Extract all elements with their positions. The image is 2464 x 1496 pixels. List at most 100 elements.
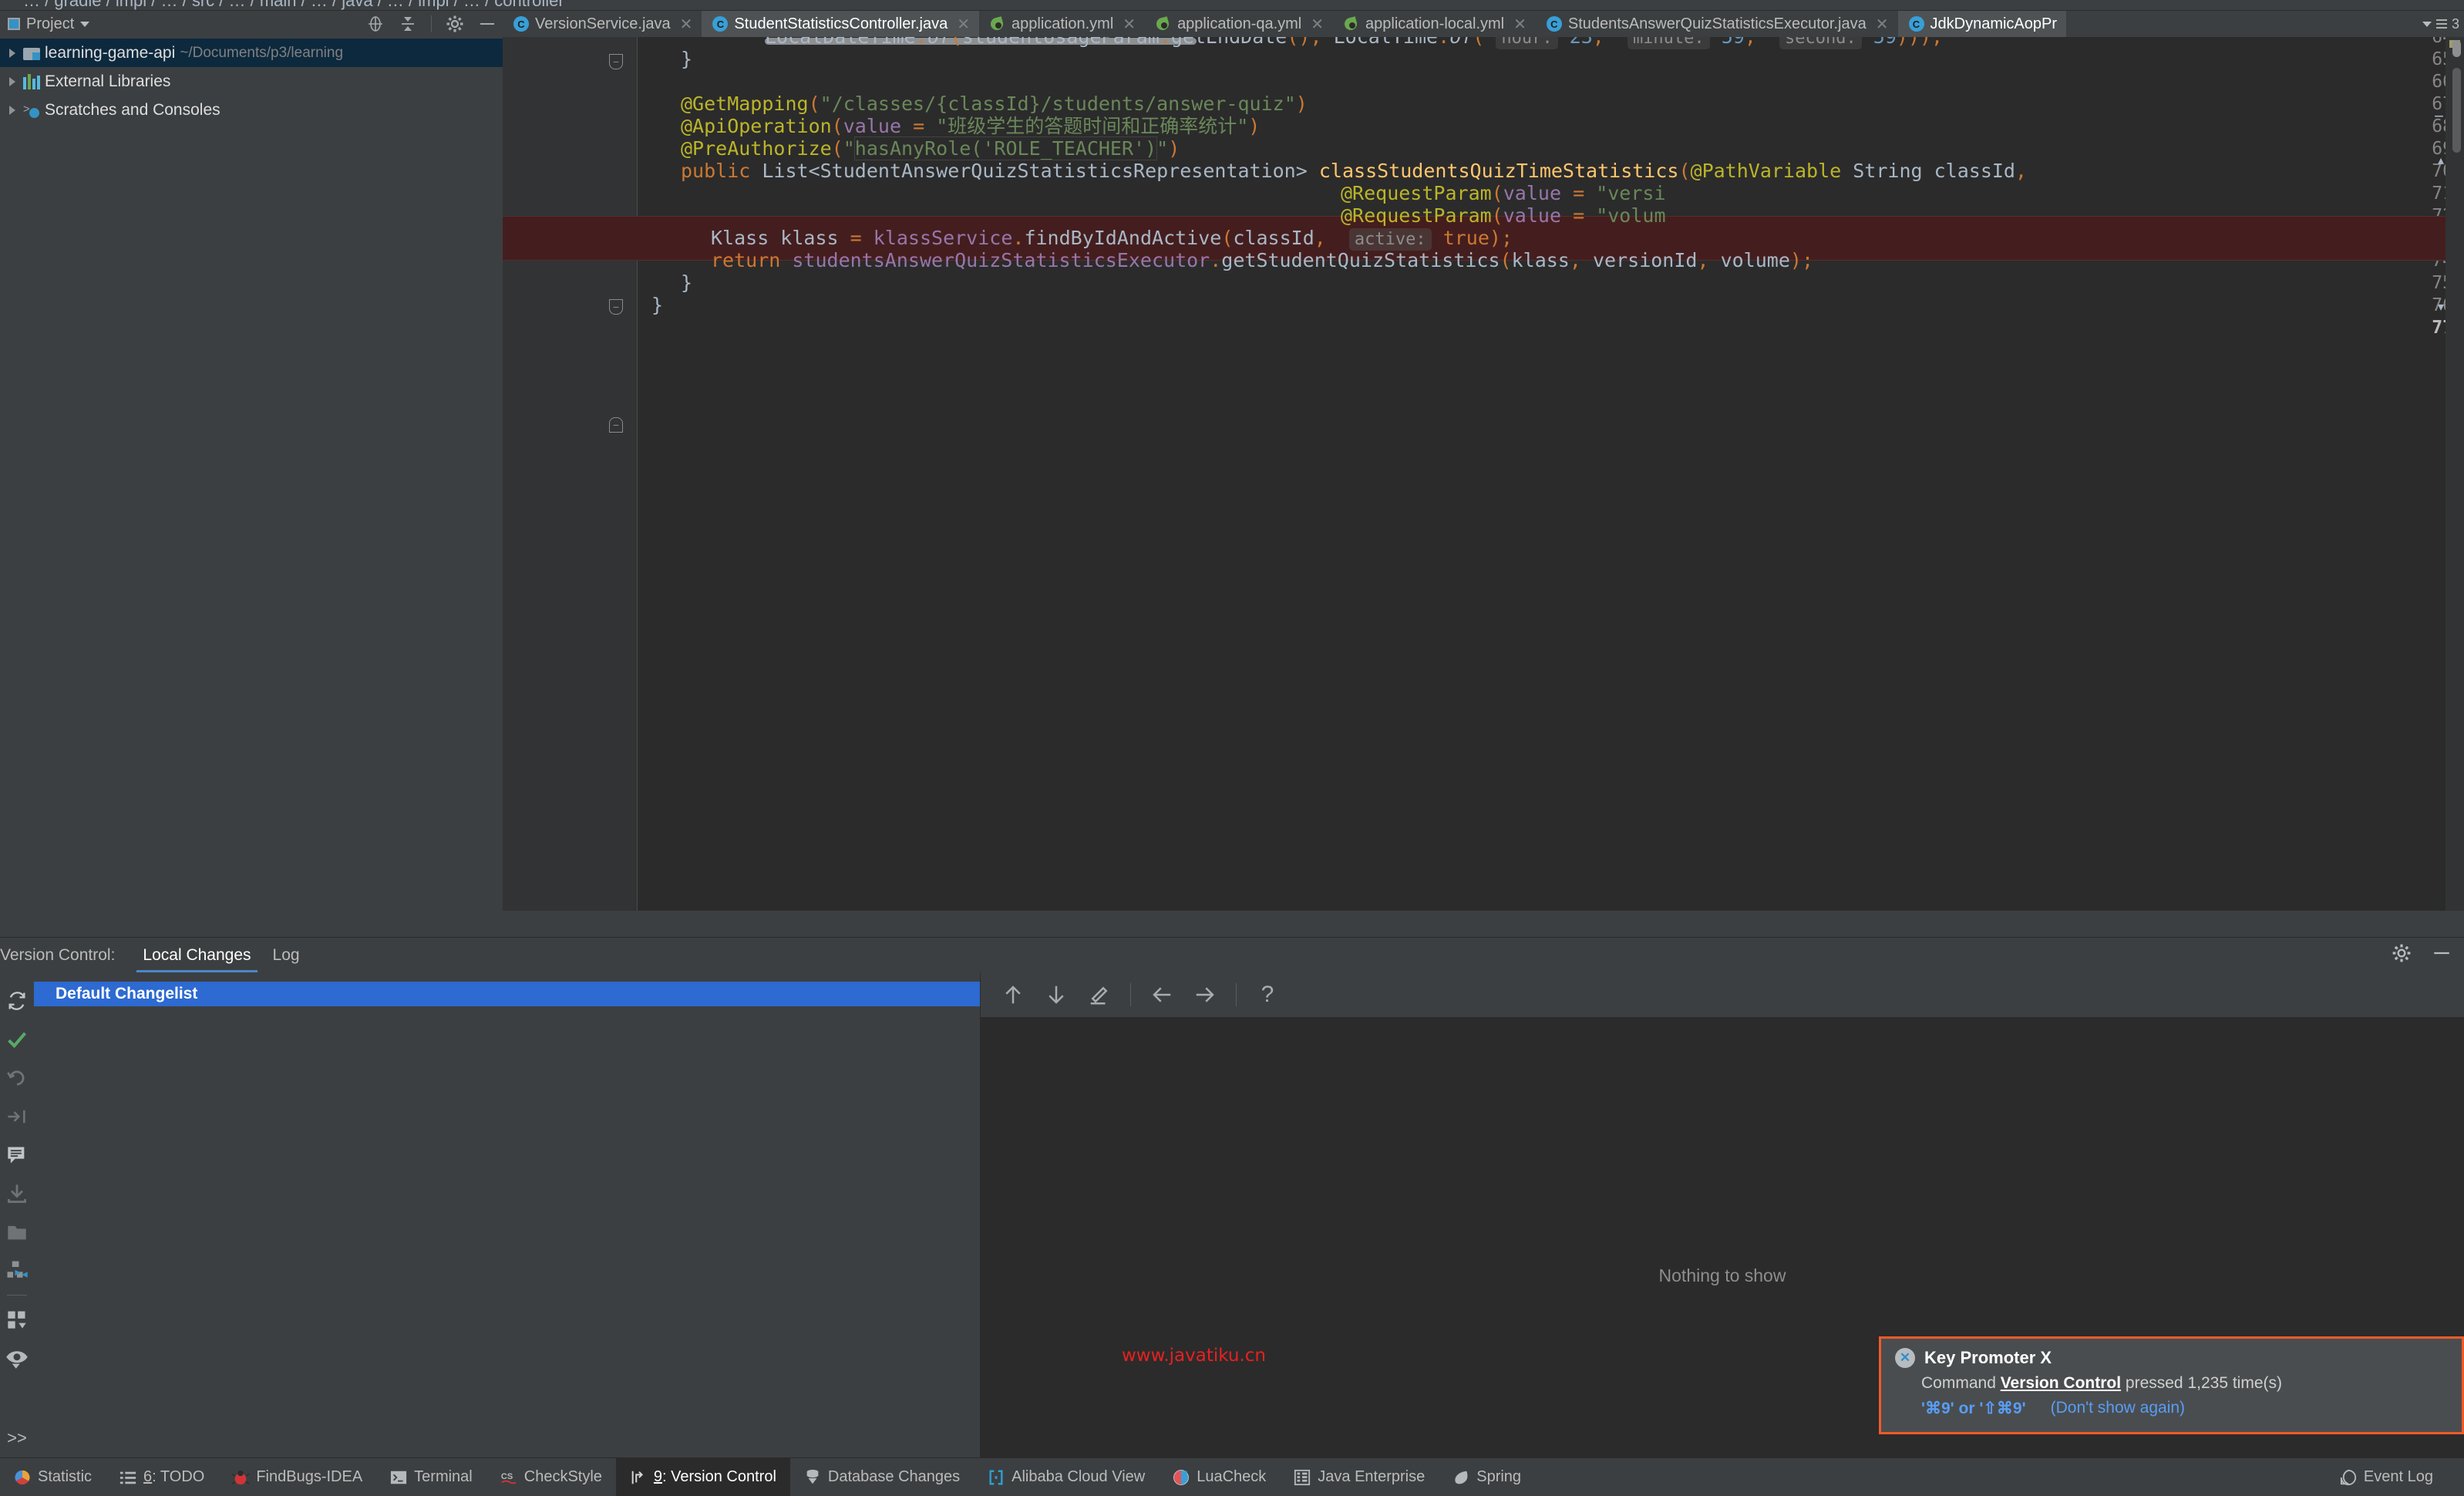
editor-code[interactable]: LocalDateTime.of(studentUsageParam.getEn… (638, 37, 2464, 911)
java-class-icon: C (1546, 16, 1562, 32)
code-editor[interactable]: − − − − 64 65 66 67 68 69 70 71 72 73 74… (503, 37, 2464, 911)
status-item-spring[interactable]: Spring (1439, 1458, 1535, 1496)
code-line-76: } (651, 294, 664, 316)
view-options-icon[interactable] (0, 1300, 34, 1339)
expand-more-icon[interactable]: >> (0, 1419, 34, 1457)
status-bar: Statistic 6: TODO FindBugs-IDEA Terminal… (0, 1457, 2464, 1496)
tree-item-label: Scratches and Consoles (45, 100, 220, 119)
close-icon[interactable]: ✕ (680, 15, 693, 34)
status-item-java-enterprise[interactable]: Java Enterprise (1280, 1458, 1439, 1496)
next-change-icon[interactable] (1183, 977, 1227, 1012)
command-name: Version Control (2000, 1374, 2122, 1392)
code-line-74: return studentsAnswerQuizStatisticsExecu… (711, 249, 1814, 271)
status-item-label: Terminal (414, 1468, 473, 1485)
move-to-changelist-icon[interactable] (0, 1213, 34, 1252)
shelve-icon[interactable] (0, 1097, 34, 1136)
chevron-right-icon[interactable] (9, 76, 15, 86)
hide-panel-icon[interactable] (2432, 943, 2452, 967)
close-icon[interactable]: ✕ (957, 15, 970, 34)
chevron-down-icon[interactable] (80, 21, 90, 27)
status-item-terminal[interactable]: Terminal (376, 1458, 486, 1496)
status-item-checkstyle[interactable]: CS CheckStyle (486, 1458, 616, 1496)
tree-item-scratches-and-consoles[interactable]: >_ Scratches and Consoles (0, 96, 503, 124)
chevron-right-icon[interactable] (9, 48, 15, 58)
preview-eye-icon[interactable] (0, 1339, 34, 1377)
breadcrumb-strip: … / gradle / impl / … / src / … / main /… (0, 0, 2464, 11)
status-item-label: Statistic (38, 1468, 93, 1485)
tree-item-external-libraries[interactable]: External Libraries (0, 67, 503, 96)
editor-tab-studentstatisticscontroller[interactable]: C StudentStatisticsController.java ✕ (702, 11, 979, 37)
previous-difference-icon[interactable] (991, 977, 1035, 1012)
status-item-alibaba-cloud-view[interactable]: Alibaba Cloud View (974, 1458, 1159, 1496)
window-scrollbar-thumb[interactable] (2452, 40, 2461, 57)
close-icon[interactable]: ✕ (1123, 15, 1136, 34)
editor-tab-studentsanswerquizstatisticsexecutor[interactable]: C StudentsAnswerQuizStatisticsExecutor.j… (1536, 11, 1898, 37)
event-log-icon (2340, 1469, 2356, 1485)
editor-marker-bar[interactable] (2445, 37, 2464, 911)
fold-marker-icon[interactable]: − (609, 299, 623, 315)
status-item-database-changes[interactable]: Database Changes (790, 1458, 974, 1496)
local-changes-pane[interactable]: Default Changelist (34, 972, 981, 1457)
statistic-icon (15, 1470, 30, 1484)
tab-log[interactable]: Log (262, 938, 311, 973)
close-icon[interactable]: ✕ (1311, 15, 1324, 34)
editor-tab-versionservice[interactable]: C VersionService.java ✕ (503, 11, 702, 37)
editor-scroll-hint-icon[interactable]: ▾ (2438, 299, 2444, 315)
status-item-statistic[interactable]: Statistic (0, 1458, 106, 1496)
java-class-icon: C (712, 16, 729, 32)
tab-label: StudentsAnswerQuizStatisticsExecutor.jav… (1567, 15, 1867, 32)
group-by-icon[interactable] (0, 1252, 34, 1290)
editor-tab-application-local-yml[interactable]: application-local.yml ✕ (1333, 11, 1536, 37)
comment-icon[interactable] (0, 1136, 34, 1174)
fold-marker-icon[interactable]: − (609, 54, 623, 69)
locate-icon[interactable] (366, 15, 385, 33)
editor-vertical-scrollbar[interactable] (2452, 68, 2461, 153)
key-promoter-notification[interactable]: ✕ Key Promoter X Command Version Control… (1879, 1336, 2464, 1434)
edit-source-icon[interactable] (1078, 977, 1121, 1012)
close-icon[interactable]: ✕ (1876, 15, 1889, 34)
java-class-icon: C (513, 16, 529, 32)
status-item-event-log[interactable]: Event Log (2326, 1458, 2447, 1496)
rollback-icon[interactable] (0, 1059, 34, 1097)
message-suffix: pressed 1,235 time(s) (2121, 1374, 2282, 1392)
fold-marker-icon[interactable]: − (609, 417, 623, 433)
editor-tab-application-yml[interactable]: application.yml ✕ (979, 11, 1145, 37)
tab-label: StudentStatisticsController.java (734, 15, 948, 32)
help-icon[interactable]: ? (1246, 977, 1289, 1012)
tab-local-changes[interactable]: Local Changes (132, 938, 261, 973)
changelist-default[interactable]: Default Changelist (34, 982, 980, 1006)
key-promoter-title: Key Promoter X (1924, 1348, 2052, 1367)
project-panel-title[interactable]: Project (8, 15, 90, 33)
spring-icon (1455, 1471, 1468, 1484)
editor-tab-application-qa-yml[interactable]: application-qa.yml ✕ (1145, 11, 1333, 37)
editor-gutter[interactable] (503, 37, 603, 911)
tab-list-overflow-button[interactable]: 3 (2418, 11, 2464, 37)
status-item-todo[interactable]: 6: TODO (106, 1458, 218, 1496)
status-item-label: 9: Version Control (653, 1468, 776, 1485)
status-item-findbugs[interactable]: FindBugs-IDEA (218, 1458, 376, 1496)
editor-collapse-icon[interactable]: − (2434, 106, 2444, 126)
editor-scroll-hint-icon[interactable]: ▴ (2438, 153, 2444, 168)
editor-fold-column[interactable]: − − − − (603, 37, 638, 911)
collapse-all-icon[interactable] (399, 15, 417, 33)
project-panel-label: Project (26, 15, 75, 32)
status-item-label: LuaCheck (1197, 1468, 1267, 1485)
settings-gear-icon[interactable] (446, 15, 464, 33)
settings-gear-icon[interactable] (2392, 943, 2412, 967)
commit-checkmark-icon[interactable] (0, 1020, 34, 1059)
dont-show-again-link[interactable]: (Don't show again) (2051, 1399, 2185, 1418)
close-icon[interactable]: ✕ (1513, 15, 1527, 34)
chevron-right-icon[interactable] (9, 105, 15, 115)
status-item-label: Java Enterprise (1318, 1468, 1426, 1485)
refresh-icon[interactable] (0, 982, 34, 1020)
previous-change-icon[interactable] (1140, 977, 1183, 1012)
hide-panel-icon[interactable] (478, 15, 497, 33)
editor-tab-jdkdynamicaopproxy[interactable]: C JdkDynamicAopPr (1897, 11, 2067, 37)
status-item-version-control[interactable]: 9: Version Control (615, 1457, 790, 1496)
tree-item-learning-game-api[interactable]: learning-game-api ~/Documents/p3/learnin… (0, 39, 503, 67)
status-item-luacheck[interactable]: LuaCheck (1159, 1458, 1280, 1496)
next-difference-icon[interactable] (1035, 977, 1078, 1012)
java-class-icon: C (1908, 16, 1924, 32)
project-tree[interactable]: learning-game-api ~/Documents/p3/learnin… (0, 37, 503, 937)
download-icon[interactable] (0, 1174, 34, 1213)
